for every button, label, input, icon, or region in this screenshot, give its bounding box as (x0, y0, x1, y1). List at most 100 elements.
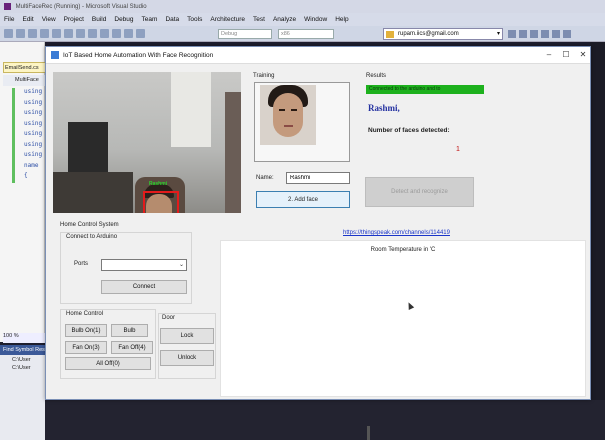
code-line[interactable]: using (4, 140, 46, 152)
code-line[interactable]: using (4, 119, 46, 131)
cut-icon[interactable] (52, 29, 61, 38)
properties-icon[interactable] (530, 30, 538, 38)
menu-item-tools[interactable]: Tools (187, 16, 202, 23)
results-label: Results (366, 73, 387, 79)
menu-item-data[interactable]: Data (165, 16, 179, 23)
config-combo[interactable]: Debug (218, 29, 272, 39)
code-line[interactable]: using (4, 109, 46, 120)
unlock-button[interactable]: Unlock (160, 350, 214, 366)
vs-output-area (45, 400, 605, 440)
menu-item-analyze[interactable]: Analyze (273, 16, 296, 23)
menu-item-edit[interactable]: Edit (22, 16, 33, 23)
menu-item-help[interactable]: Help (335, 16, 348, 23)
open-icon[interactable] (16, 29, 25, 38)
minimize-icon[interactable]: – (542, 50, 556, 59)
camera-object (53, 172, 133, 213)
find-combo-value: rupam.iics@gmail.com (398, 31, 459, 37)
undo-icon[interactable] (88, 29, 97, 38)
ports-select[interactable]: ⌄ (101, 259, 187, 271)
symbol-result-row[interactable]: C:\User (0, 363, 45, 371)
save-all-icon[interactable] (40, 29, 49, 38)
menu-item-build[interactable]: Build (92, 16, 106, 23)
fan-on-button[interactable]: Fan On(3) (65, 341, 107, 354)
name-input[interactable] (286, 172, 350, 184)
visual-studio-logo-icon (4, 3, 11, 10)
find-symbol-results-pane: Find Symbol Results C:\User C:\User (0, 345, 45, 440)
vs-title-text: MultiFaceRec (Running) - Microsoft Visua… (15, 4, 147, 11)
find-combo[interactable]: rupam.iics@gmail.com ▾ (383, 28, 503, 40)
app-window: IoT Based Home Automation With Face Reco… (45, 46, 591, 400)
training-image-box (254, 82, 350, 162)
symbol-result-row[interactable]: C:\User (0, 355, 45, 363)
all-off-button[interactable]: All Off(0) (65, 357, 151, 370)
find-icon (386, 31, 394, 38)
chevron-down-icon[interactable]: ▾ (497, 30, 500, 37)
menu-item-project[interactable]: Project (64, 16, 84, 23)
app-title-bar: IoT Based Home Automation With Face Reco… (46, 47, 590, 64)
maximize-icon[interactable]: ☐ (559, 50, 573, 59)
name-label: Name: (256, 175, 274, 181)
vs-menu-bar: File Edit View Project Build Debug Team Data Too… (0, 13, 605, 26)
code-line[interactable]: name (4, 161, 46, 173)
lock-button[interactable]: Lock (160, 328, 214, 344)
temperature-chart: Room Temperature in 'C (220, 240, 586, 397)
new-project-icon[interactable] (4, 29, 13, 38)
recognized-name: Rashmi, (368, 103, 400, 113)
extensions-icon[interactable] (563, 30, 571, 38)
code-editor-pane (0, 42, 45, 342)
navigate-forward-icon[interactable] (124, 29, 133, 38)
thingspeak-link[interactable]: https://thingspeak.com/channels/114419 (343, 230, 450, 236)
door-label: Door (162, 315, 176, 321)
camera-person-side (225, 92, 241, 213)
platform-combo[interactable]: x86 (278, 29, 334, 39)
start-page-icon[interactable] (552, 30, 560, 38)
chevron-down-icon[interactable]: ⌄ (179, 261, 184, 268)
menu-item-debug[interactable]: Debug (114, 16, 133, 23)
paste-icon[interactable] (76, 29, 85, 38)
tab-emailsend[interactable]: EmailSend.cs (3, 62, 46, 73)
close-icon[interactable]: ✕ (576, 50, 590, 59)
bulb-button[interactable]: Bulb (111, 324, 148, 337)
save-icon[interactable] (28, 29, 37, 38)
menu-item-test[interactable]: Test (253, 16, 265, 23)
zoom-level[interactable]: 100 % (3, 333, 45, 343)
menu-item-team[interactable]: Team (142, 16, 158, 23)
toolbar-right-icons (508, 30, 571, 38)
faces-detected-count: 1 (456, 146, 460, 153)
camera-feed: Rashmi (53, 72, 241, 213)
home-control-system-label: Home Control System (60, 222, 119, 228)
code-line[interactable]: using (4, 130, 46, 141)
find-symbol-results-header: Find Symbol Results (0, 345, 45, 355)
menu-item-view[interactable]: View (42, 16, 56, 23)
toolbox-icon[interactable] (541, 30, 549, 38)
face-detection-box (143, 191, 179, 213)
solution-explorer-icon[interactable] (519, 30, 527, 38)
training-face-image (260, 85, 316, 145)
navigate-back-icon[interactable] (112, 29, 121, 38)
menu-item-architecture[interactable]: Architecture (210, 16, 245, 23)
ports-label: Ports (74, 261, 89, 267)
vs-title-bar: MultiFaceRec (Running) - Microsoft Visua… (0, 0, 605, 13)
code-line[interactable]: using (4, 151, 46, 162)
menu-item-file[interactable]: File (4, 16, 14, 23)
home-control-label: Home Control (66, 311, 104, 317)
find-in-files-icon[interactable] (508, 30, 516, 38)
detect-recognize-button[interactable]: Detect and recognize (365, 177, 474, 207)
code-line[interactable]: { (4, 172, 46, 183)
connect-button[interactable]: Connect (101, 280, 187, 294)
divider (367, 426, 370, 440)
copy-icon[interactable] (64, 29, 73, 38)
code-line[interactable]: using (4, 88, 46, 99)
start-icon[interactable] (136, 29, 145, 38)
bulb-on-button[interactable]: Bulb On(1) (65, 324, 107, 337)
add-face-button[interactable]: 2. Add face (256, 191, 350, 208)
tab-multiface[interactable]: MultiFace (3, 75, 46, 86)
code-line[interactable]: using (4, 98, 46, 110)
menu-item-window[interactable]: Window (304, 16, 327, 23)
app-title: IoT Based Home Automation With Face Reco… (63, 52, 214, 59)
camera-door (171, 72, 211, 147)
redo-icon[interactable] (100, 29, 109, 38)
connect-to-arduino-label: Connect to Arduino (66, 234, 118, 240)
app-icon (51, 51, 59, 59)
fan-off-button[interactable]: Fan Off(4) (111, 341, 153, 354)
